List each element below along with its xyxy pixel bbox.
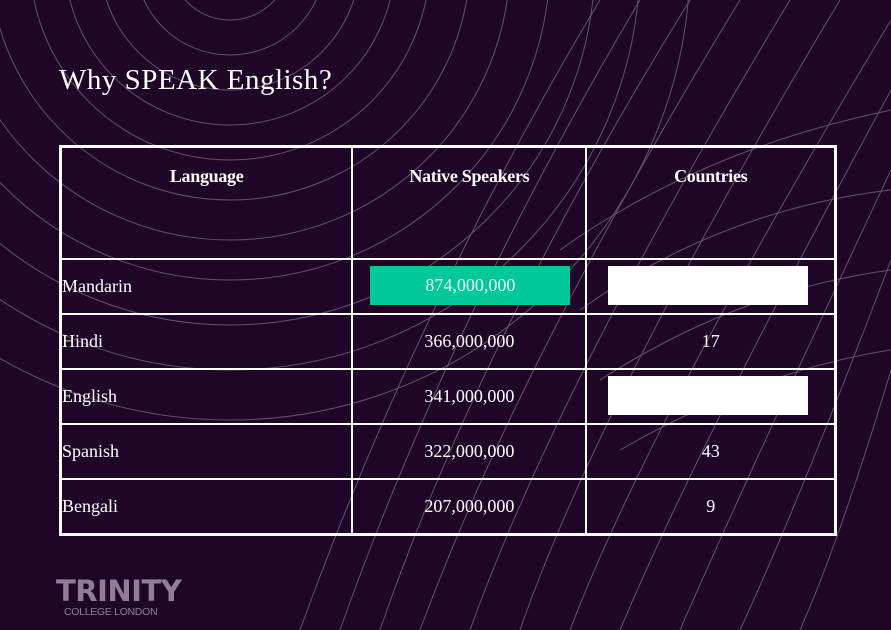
cell-language: Spanish: [59, 423, 354, 480]
speakers-highlight-box: 874,000,000: [370, 266, 571, 305]
slide-title: Why SPEAK English?: [59, 64, 333, 96]
header-native-speakers: Native Speakers: [351, 145, 588, 260]
cell-speakers: 207,000,000: [351, 478, 588, 536]
trinity-logo: TRINITY COLLEGE LONDON: [56, 574, 182, 618]
header-language: Language: [59, 145, 354, 260]
table-header-row: Language Native Speakers Countries: [59, 145, 837, 260]
cell-language: Bengali: [59, 478, 354, 536]
cell-countries: 9: [585, 478, 837, 536]
logo-wordmark: TRINITY: [56, 574, 182, 608]
countries-blank-box: [608, 266, 808, 305]
cell-language: Mandarin: [59, 258, 354, 315]
cell-speakers: 366,000,000: [351, 313, 588, 370]
header-countries: Countries: [585, 145, 837, 260]
cell-speakers: 322,000,000: [351, 423, 588, 480]
table-row: Mandarin 874,000,000: [59, 258, 837, 315]
cell-countries: [585, 368, 837, 425]
cell-countries: 17: [585, 313, 837, 370]
cell-speakers: 341,000,000: [351, 368, 588, 425]
cell-language: English: [59, 368, 354, 425]
countries-blank-box: [608, 376, 808, 415]
table-row: Spanish 322,000,000 43: [59, 423, 837, 480]
table-row: Hindi 366,000,000 17: [59, 313, 837, 370]
table-row: Bengali 207,000,000 9: [59, 478, 837, 536]
cell-speakers: 874,000,000: [351, 258, 588, 315]
language-table: Language Native Speakers Countries Manda…: [59, 145, 837, 536]
table-row: English 341,000,000: [59, 368, 837, 425]
cell-countries: [585, 258, 837, 315]
cell-countries: 43: [585, 423, 837, 480]
cell-language: Hindi: [59, 313, 354, 370]
